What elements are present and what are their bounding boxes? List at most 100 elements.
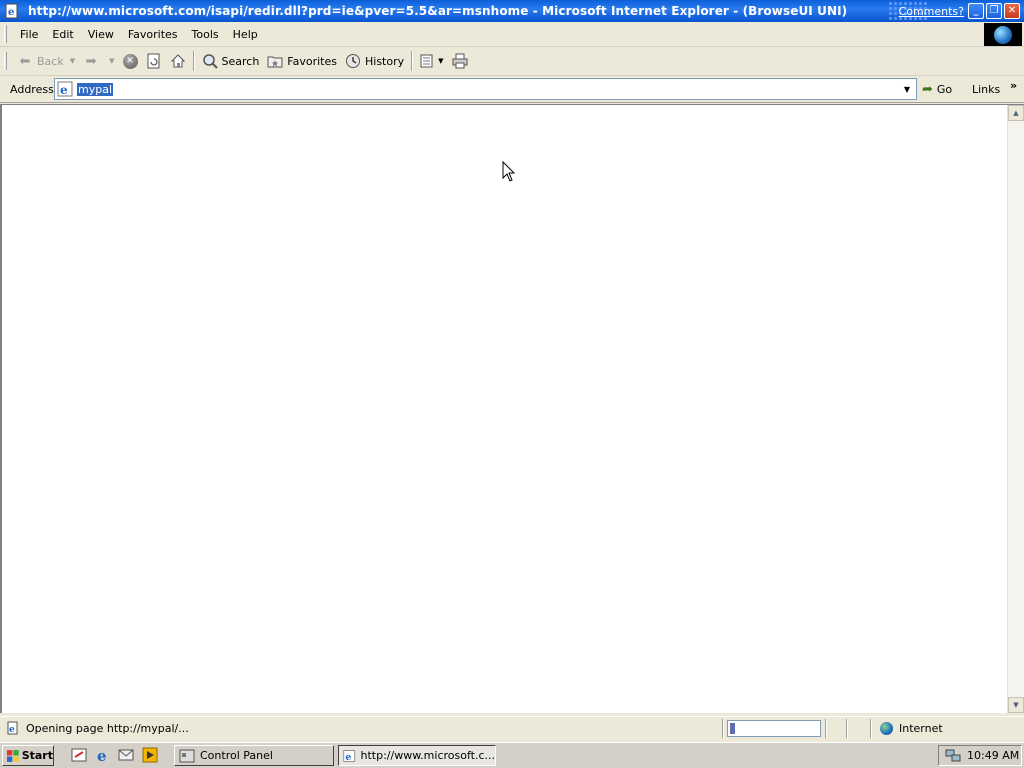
refresh-button[interactable] <box>142 50 166 72</box>
task-internet-explorer[interactable]: e http://www.microsoft.c... <box>338 745 496 766</box>
home-button[interactable] <box>166 50 190 72</box>
menu-file[interactable]: File <box>13 26 45 43</box>
history-button[interactable]: History <box>341 50 408 72</box>
toolbar-separator <box>411 51 414 71</box>
quicklaunch-desktop[interactable] <box>71 747 87 763</box>
menu-view[interactable]: View <box>81 26 121 43</box>
status-divider <box>870 719 872 738</box>
search-icon <box>202 54 218 69</box>
menu-bar: File Edit View Favorites Tools Help <box>0 22 1024 47</box>
progress-fill <box>730 723 735 734</box>
mail-button[interactable]: ▼ <box>416 50 447 72</box>
address-value[interactable]: mypal <box>77 82 114 96</box>
go-button[interactable]: ➦ Go <box>922 79 952 99</box>
search-button[interactable]: Search <box>198 50 264 72</box>
show-desktop-icon <box>71 748 87 762</box>
task-label: http://www.microsoft.c... <box>360 749 496 762</box>
task-label: Control Panel <box>200 749 273 762</box>
toolbar-grip[interactable] <box>4 52 7 70</box>
forward-arrow-icon: ➡ <box>85 53 97 69</box>
control-panel-icon <box>179 749 195 762</box>
internet-explorer-icon: e <box>97 747 107 763</box>
go-label: Go <box>936 82 953 96</box>
network-icon[interactable] <box>945 749 961 763</box>
address-dropdown-icon[interactable]: ▼ <box>899 80 915 98</box>
favorites-button[interactable]: Favorites <box>263 50 341 72</box>
security-zone[interactable]: Internet <box>880 719 943 738</box>
ie-icon: e <box>57 81 73 97</box>
comments-link[interactable]: Comments? <box>888 0 966 22</box>
page-content[interactable]: ▲ ▼ <box>0 104 1024 713</box>
status-divider <box>846 719 848 738</box>
scroll-up-icon[interactable]: ▲ <box>1008 105 1024 121</box>
task-control-panel[interactable]: Control Panel <box>174 745 334 766</box>
history-icon <box>346 54 360 68</box>
status-bar: e Opening page http://mypal/... Internet <box>0 716 1024 739</box>
search-label: Search <box>221 54 260 68</box>
forward-button[interactable]: ➡ ▼ <box>79 50 118 72</box>
print-button[interactable] <box>448 50 472 72</box>
status-divider <box>825 719 827 738</box>
favorites-folder-icon <box>267 56 283 68</box>
home-icon <box>170 54 185 68</box>
links-chevron-icon[interactable]: » <box>1010 79 1017 92</box>
address-bar: Address e mypal ▼ ➦ Go Links » <box>0 76 1024 103</box>
outlook-express-icon <box>118 749 134 761</box>
forward-dropdown-icon[interactable]: ▼ <box>109 57 114 65</box>
links-toolbar[interactable]: Links » <box>972 79 1017 99</box>
minimize-button[interactable]: _ <box>968 3 984 19</box>
back-dropdown-icon[interactable]: ▼ <box>70 57 75 65</box>
svg-text:e: e <box>97 747 107 763</box>
taskbar: Start e Control Panel e http://www.micro… <box>0 742 1024 768</box>
quicklaunch-ie[interactable]: e <box>95 747 111 763</box>
progress-bar <box>727 720 821 737</box>
menu-favorites[interactable]: Favorites <box>121 26 185 43</box>
back-button[interactable]: ⬅ Back ▼ <box>13 50 79 72</box>
svg-text:e: e <box>8 7 14 18</box>
restore-button[interactable]: ❐ <box>986 3 1002 19</box>
menu-grip[interactable] <box>4 25 7 43</box>
title-bar[interactable]: e http://www.microsoft.com/isapi/redir.d… <box>0 0 1024 22</box>
menu-help[interactable]: Help <box>226 26 265 43</box>
close-button[interactable]: ✕ <box>1004 3 1020 19</box>
menu-tools[interactable]: Tools <box>185 26 226 43</box>
internet-zone-icon <box>880 722 893 735</box>
stop-button[interactable]: ✕ <box>119 50 142 72</box>
svg-text:e: e <box>345 751 351 762</box>
quicklaunch-media-player[interactable] <box>142 747 158 763</box>
media-player-icon <box>142 747 158 763</box>
status-text: Opening page http://mypal/... <box>26 721 189 735</box>
links-label: Links <box>972 82 1001 96</box>
back-label: Back <box>37 54 64 68</box>
refresh-icon <box>147 53 159 69</box>
toolbar-separator <box>192 51 195 71</box>
mail-dropdown-icon[interactable]: ▼ <box>438 57 443 65</box>
stop-icon: ✕ <box>122 53 138 69</box>
standard-toolbar: ⬅ Back ▼ ➡ ▼ ✕ Search Favorites History … <box>0 47 1024 76</box>
mouse-cursor-icon <box>502 161 516 182</box>
window-title: http://www.microsoft.com/isapi/redir.dll… <box>28 4 848 18</box>
zone-label: Internet <box>899 722 943 735</box>
system-tray: 10:49 AM <box>938 745 1022 766</box>
back-arrow-icon: ⬅ <box>19 53 31 69</box>
history-label: History <box>365 54 405 68</box>
quicklaunch-outlook[interactable] <box>118 747 134 763</box>
menu-edit[interactable]: Edit <box>45 26 80 43</box>
windows-flag-icon <box>6 749 19 762</box>
favorites-label: Favorites <box>287 54 337 68</box>
vertical-scrollbar[interactable]: ▲ ▼ <box>1007 105 1024 713</box>
go-arrow-icon: ➦ <box>922 81 933 97</box>
scroll-down-icon[interactable]: ▼ <box>1008 697 1024 713</box>
clock[interactable]: 10:49 AM <box>967 749 1019 762</box>
printer-icon <box>452 53 468 69</box>
svg-text:e: e <box>9 725 15 735</box>
ie-page-icon: e <box>5 3 18 19</box>
ie-task-icon: e <box>343 749 356 762</box>
windows-logo <box>984 23 1022 46</box>
address-input[interactable]: e mypal ▼ <box>54 78 917 100</box>
globe-icon <box>994 25 1012 44</box>
status-divider <box>722 719 724 738</box>
comments-label[interactable]: Comments? <box>899 5 964 18</box>
svg-text:e: e <box>60 83 68 97</box>
start-button[interactable]: Start <box>2 745 54 766</box>
